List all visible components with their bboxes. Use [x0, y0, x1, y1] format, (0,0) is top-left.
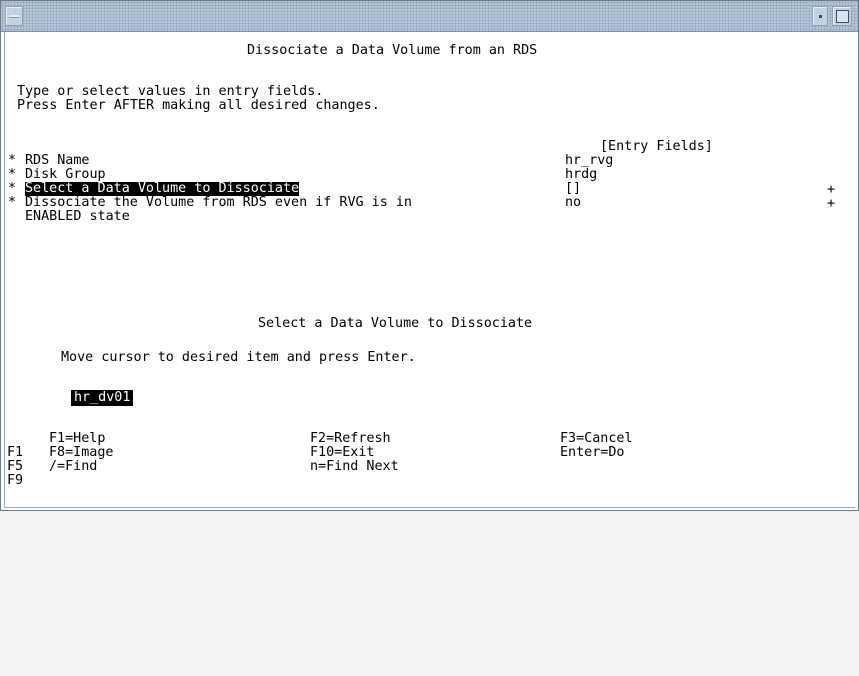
required-marker: * — [8, 195, 17, 210]
fkey-cancel[interactable]: F3=Cancel — [560, 432, 633, 446]
minimize-icon — [819, 15, 822, 18]
field-value-dissociate-even-if-enabled[interactable]: no — [565, 196, 581, 210]
margin-key-f9: F9 — [7, 473, 24, 488]
margin-key-f1: F1 — [7, 445, 24, 460]
field-label-dissociate-even-if-enabled-line2: ENABLED state — [25, 209, 130, 224]
popup-title: Select a Data Volume to Dissociate — [258, 316, 533, 331]
instruction-line-2: Press Enter AFTER making all desired cha… — [17, 98, 380, 113]
list-indicator[interactable]: + — [827, 183, 835, 197]
field-label-rds-name: RDS Name — [25, 153, 90, 168]
required-marker: * — [8, 153, 17, 168]
list-indicator[interactable]: + — [827, 197, 835, 211]
maximize-button[interactable] — [832, 6, 852, 26]
field-label-dissociate-even-if-enabled: Dissociate the Volume from RDS even if R… — [25, 195, 412, 210]
fkey-image[interactable]: F8=Image — [49, 446, 114, 460]
minimize-button[interactable] — [812, 6, 828, 26]
instruction-line-1: Type or select values in entry fields. — [17, 84, 324, 99]
window-titlebar[interactable] — [1, 1, 858, 32]
fkey-refresh[interactable]: F2=Refresh — [310, 432, 391, 446]
window-menu-button[interactable] — [5, 6, 23, 26]
smit-screen[interactable]: Dissociate a Data Volume from an RDS Typ… — [4, 32, 855, 508]
popup-instruction: Move cursor to desired item and press En… — [61, 350, 416, 365]
fkey-find[interactable]: /=Find — [49, 460, 97, 474]
margin-key-f5: F5 — [7, 459, 24, 474]
list-item-hr-dv01[interactable]: hr_dv01 — [71, 390, 134, 406]
entry-fields-header: [Entry Fields] — [600, 139, 713, 154]
fkey-enter-do[interactable]: Enter=Do — [560, 446, 625, 460]
required-marker: * — [8, 181, 17, 196]
field-value-select-data-volume[interactable]: [] — [565, 182, 581, 196]
field-value-disk-group[interactable]: hrdg — [565, 168, 597, 182]
page-title: Dissociate a Data Volume from an RDS — [247, 43, 538, 58]
field-label-disk-group: Disk Group — [25, 167, 106, 182]
terminal-window: Dissociate a Data Volume from an RDS Typ… — [0, 0, 859, 511]
maximize-icon — [836, 10, 849, 23]
fkey-find-next[interactable]: n=Find Next — [310, 460, 399, 474]
fkey-help[interactable]: F1=Help — [49, 432, 105, 446]
field-label-select-data-volume[interactable]: Select a Data Volume to Dissociate — [25, 182, 300, 196]
required-marker: * — [8, 167, 17, 182]
fkey-exit[interactable]: F10=Exit — [310, 446, 375, 460]
field-value-rds-name[interactable]: hr_rvg — [565, 154, 613, 168]
window-menu-icon — [9, 15, 19, 18]
